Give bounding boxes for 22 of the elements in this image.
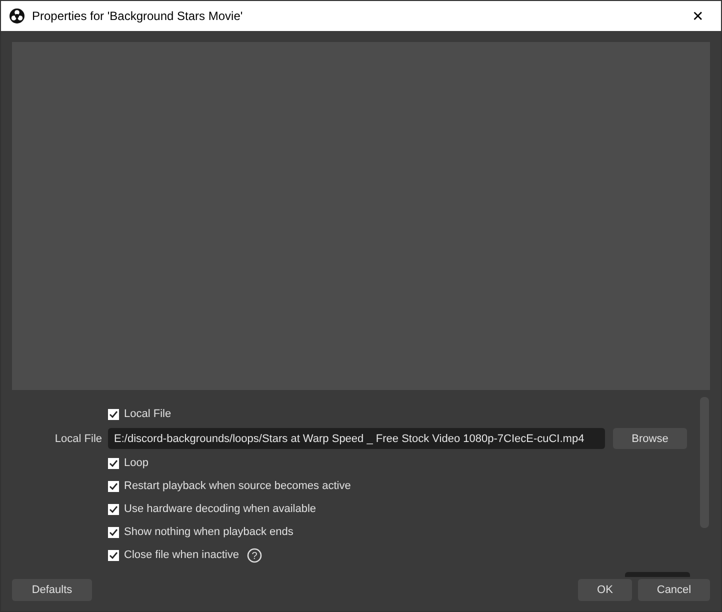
ok-button[interactable]: OK — [578, 579, 632, 601]
checkbox-label: Use hardware decoding when available — [124, 503, 316, 515]
cancel-button[interactable]: Cancel — [638, 579, 710, 601]
clipped-control — [625, 572, 690, 577]
checkbox[interactable] — [108, 480, 119, 492]
path-field[interactable]: E:/discord-backgrounds/loops/Stars at Warp Speed _ Free Stock Video 1080p-7CIecE-cuCI.mp4 — [108, 428, 605, 449]
defaults-button[interactable]: Defaults — [12, 579, 92, 601]
help-icon[interactable]: ? — [246, 548, 262, 562]
checkbox-label: Restart playback when source becomes active — [124, 480, 351, 492]
window-title: Properties for 'Background Stars Movie' — [32, 9, 244, 23]
checkbox-label: Loop — [124, 457, 148, 469]
checkbox-label: Show nothing when playback ends — [124, 526, 294, 538]
app-logo-icon — [9, 8, 25, 24]
checkbox[interactable] — [108, 408, 119, 420]
checkbox[interactable] — [108, 504, 119, 514]
field-label: Local File — [54, 432, 102, 444]
checkbox[interactable] — [108, 550, 119, 560]
checkbox[interactable] — [108, 526, 119, 538]
checkbox-label: Close file when inactive — [124, 549, 239, 561]
checkbox-label: Local File — [124, 408, 172, 420]
browse-button[interactable]: Browse — [613, 428, 687, 449]
checkbox[interactable] — [108, 458, 119, 468]
